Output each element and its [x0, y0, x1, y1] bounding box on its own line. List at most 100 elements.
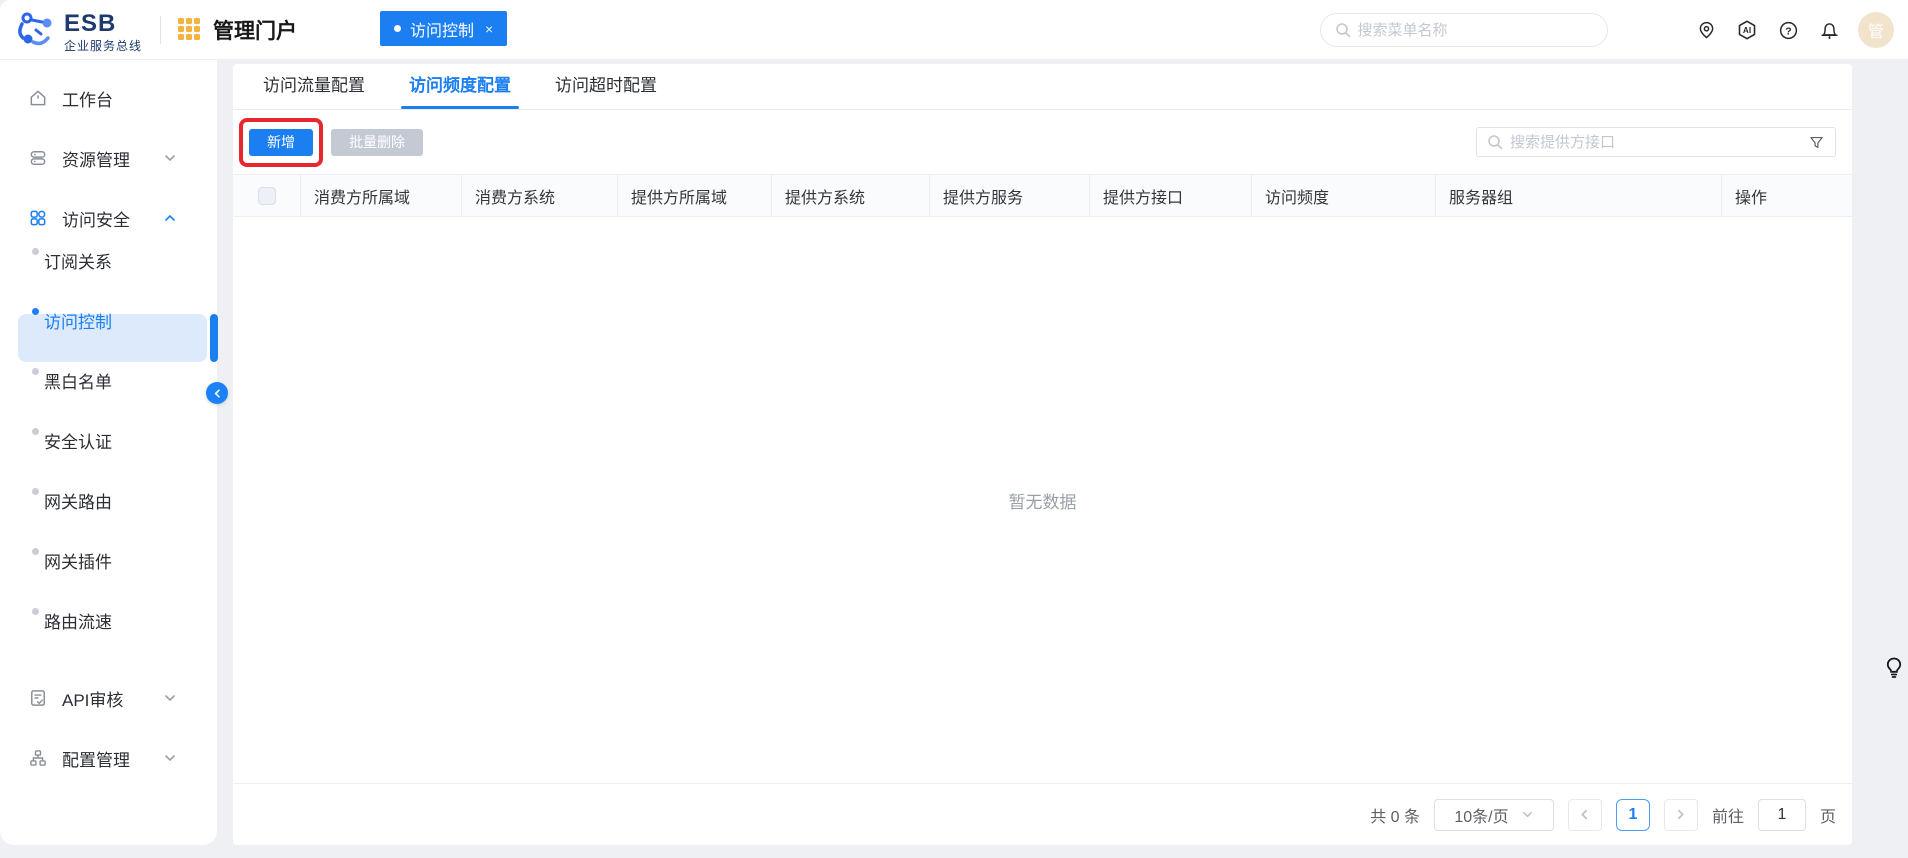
sidebar-subitem-route-speed[interactable]: 路由流速 — [0, 608, 217, 668]
notification-bell-icon[interactable] — [1817, 18, 1841, 42]
top-bar: ESB 企业服务总线 管理门户 访问控制 × AI ? 管 — [0, 0, 1908, 60]
esb-logo-icon — [14, 8, 58, 57]
tab-label: 访问控制 — [410, 17, 474, 41]
document-check-icon — [28, 688, 48, 708]
sidebar-subitem-label: 安全认证 — [44, 428, 112, 453]
column-header: 提供方所属域 — [618, 175, 772, 216]
column-header: 提供方接口 — [1090, 175, 1252, 216]
logo-subtitle: 企业服务总线 — [64, 37, 142, 54]
bullet-dot-icon — [32, 308, 39, 315]
bullet-dot-icon — [32, 368, 39, 375]
batch-delete-button[interactable]: 批量删除 — [331, 129, 423, 156]
chevron-left-icon — [1578, 808, 1591, 821]
lightbulb-helper-icon[interactable] — [1884, 656, 1904, 685]
goto-page-input[interactable] — [1758, 799, 1806, 831]
provider-interface-search-input[interactable] — [1510, 134, 1808, 151]
table-empty-state: 暂无数据 — [233, 217, 1852, 783]
sidebar-item-workbench[interactable]: 工作台 — [0, 68, 217, 128]
column-header: 服务器组 — [1436, 175, 1722, 216]
tab-access-frequency-config[interactable]: 访问频度配置 — [409, 71, 511, 109]
sidebar-item-resource-management[interactable]: 资源管理 — [0, 128, 217, 188]
topbar-divider — [160, 16, 161, 44]
user-avatar[interactable]: 管 — [1858, 12, 1894, 48]
column-header: 提供方服务 — [930, 175, 1090, 216]
page-size-value: 10条/页 — [1454, 803, 1508, 827]
add-button[interactable]: 新增 — [249, 129, 313, 156]
sidebar-subitem-security-auth[interactable]: 安全认证 — [0, 428, 217, 488]
tab-access-timeout-config[interactable]: 访问超时配置 — [555, 71, 657, 109]
select-all-checkbox[interactable] — [258, 187, 276, 205]
grid-icon — [28, 208, 48, 228]
table-toolbar: 新增 批量删除 — [233, 127, 1852, 157]
provider-interface-search-box[interactable] — [1476, 127, 1836, 157]
filter-funnel-icon[interactable] — [1808, 134, 1825, 151]
sidebar-item-label: 工作台 — [62, 86, 113, 111]
sidebar-subitem-label: 路由流速 — [44, 608, 112, 633]
sidebar-item-label: API审核 — [62, 686, 123, 711]
bullet-dot-icon — [32, 548, 39, 555]
sidebar-subitem-label: 网关路由 — [44, 488, 112, 513]
next-page-button[interactable] — [1664, 799, 1698, 831]
server-stack-icon — [28, 148, 48, 168]
sidebar-subitem-gateway-plugin[interactable]: 网关插件 — [0, 548, 217, 608]
ai-assistant-icon[interactable]: AI — [1735, 18, 1759, 42]
chevron-down-icon — [163, 151, 177, 165]
sidebar-subitem-subscription-relation[interactable]: 订阅关系 — [0, 248, 217, 308]
sidebar-item-api-audit[interactable]: API审核 — [0, 668, 217, 728]
page-unit-label: 页 — [1820, 803, 1836, 827]
current-page-button[interactable]: 1 — [1616, 799, 1650, 831]
portal-title-group: 管理门户 — [178, 15, 297, 45]
goto-label: 前往 — [1712, 803, 1744, 827]
esb-logo: ESB 企业服务总线 — [14, 8, 142, 57]
portal-title: 管理门户 — [213, 15, 297, 45]
chevron-down-icon — [163, 751, 177, 765]
content-tabs: 访问流量配置 访问频度配置 访问超时配置 — [233, 64, 1852, 110]
chevron-down-icon — [1521, 808, 1534, 821]
page-size-select[interactable]: 10条/页 — [1434, 799, 1554, 831]
select-all-cell — [233, 175, 301, 216]
bullet-dot-icon — [32, 428, 39, 435]
bullet-dot-icon — [32, 488, 39, 495]
tab-access-traffic-config[interactable]: 访问流量配置 — [263, 71, 365, 109]
prev-page-button[interactable] — [1568, 799, 1602, 831]
pagination-bar: 共 0 条 10条/页 1 前往 页 — [233, 783, 1852, 845]
active-item-indicator-bar — [210, 314, 218, 362]
home-icon — [28, 88, 48, 108]
sidebar-subitem-gateway-route[interactable]: 网关路由 — [0, 488, 217, 548]
sidebar-subitem-black-white-list[interactable]: 黑白名单 — [0, 368, 217, 428]
sidebar-collapse-button[interactable] — [206, 382, 228, 404]
location-pin-icon[interactable] — [1694, 18, 1718, 42]
open-page-tab-access-control[interactable]: 访问控制 × — [380, 11, 507, 46]
tab-active-dot — [394, 25, 401, 32]
svg-text:AI: AI — [1743, 26, 1751, 35]
column-header: 操作 — [1722, 175, 1852, 216]
chevron-right-icon — [1674, 808, 1687, 821]
sidebar-item-config-management[interactable]: 配置管理 — [0, 728, 217, 788]
bullet-dot-icon — [32, 608, 39, 615]
sidebar-item-label: 访问安全 — [62, 206, 130, 231]
chevron-down-icon — [163, 691, 177, 705]
sidebar-subitem-label: 网关插件 — [44, 548, 112, 573]
sitemap-icon — [28, 748, 48, 768]
main-content-card: 访问流量配置 访问频度配置 访问超时配置 新增 批量删除 消费方所属域 消费方系… — [233, 64, 1852, 845]
sidebar-item-access-security[interactable]: 访问安全 — [0, 188, 217, 248]
total-count-text: 共 0 条 — [1370, 803, 1420, 827]
tab-close-icon[interactable]: × — [485, 21, 493, 37]
search-icon — [1487, 134, 1503, 150]
sidebar-item-label: 资源管理 — [62, 146, 130, 171]
empty-text: 暂无数据 — [1009, 488, 1077, 513]
help-icon[interactable]: ? — [1776, 18, 1800, 42]
sidebar-subitem-access-control[interactable]: 访问控制 — [0, 308, 217, 368]
column-header: 提供方系统 — [772, 175, 930, 216]
bullet-dot-icon — [32, 248, 39, 255]
sidebar-nav: 工作台 资源管理 访问安全 订阅关系 访问控制 黑白名单 — [0, 60, 217, 845]
column-header: 消费方系统 — [462, 175, 618, 216]
svg-text:?: ? — [1785, 25, 1791, 37]
column-header: 消费方所属域 — [301, 175, 462, 216]
menu-search-input[interactable] — [1357, 22, 1593, 39]
chevron-up-icon — [163, 211, 177, 225]
menu-search-box[interactable] — [1320, 13, 1608, 47]
logo-title: ESB — [64, 12, 142, 36]
sidebar-item-label: 配置管理 — [62, 746, 130, 771]
search-icon — [1335, 21, 1351, 39]
